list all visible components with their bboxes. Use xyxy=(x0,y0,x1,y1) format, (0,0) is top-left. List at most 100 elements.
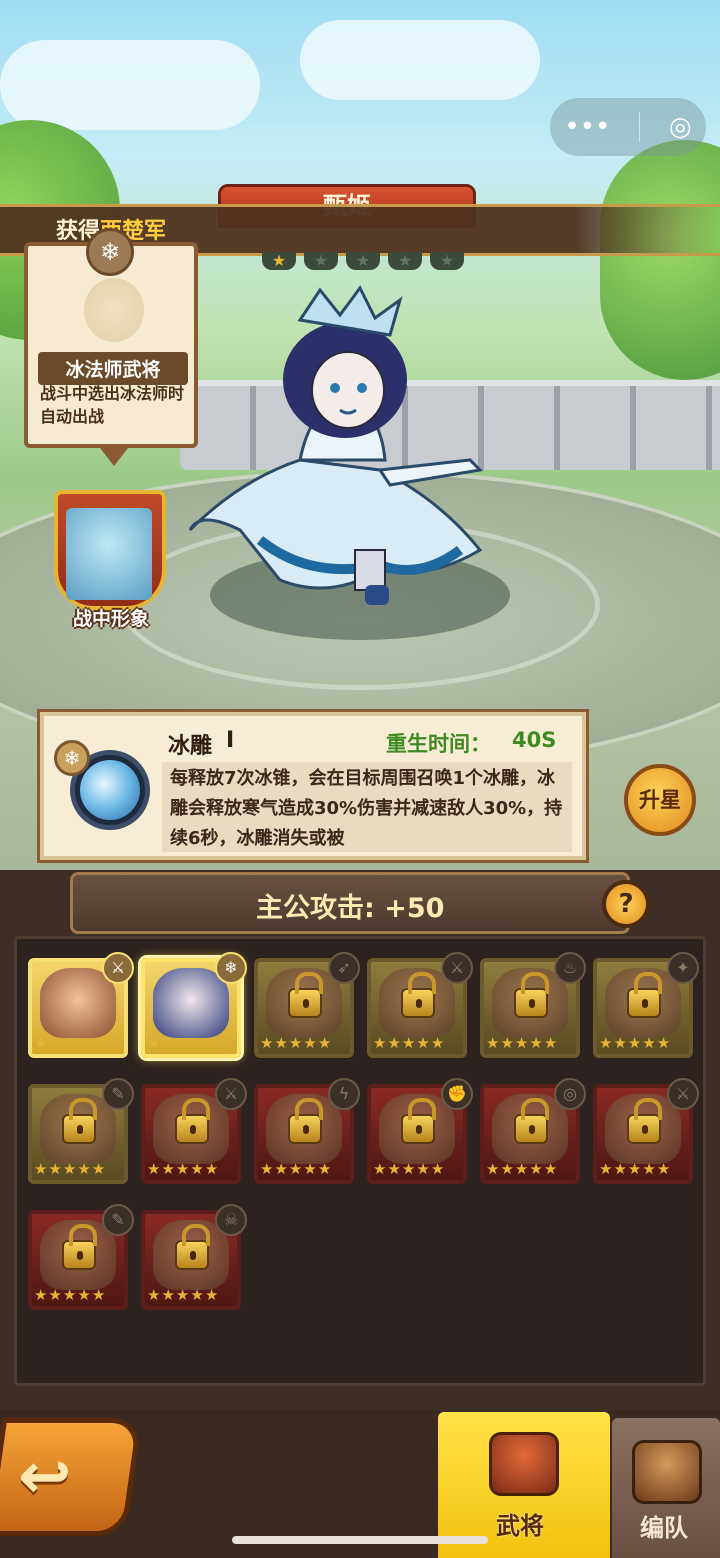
general-star-rating: ★★★★★ xyxy=(260,1034,348,1052)
star-icon: ★ xyxy=(260,1034,275,1052)
role-title: 冰法师武将 xyxy=(38,352,188,385)
class-badge-icon: ✎ xyxy=(102,1204,134,1236)
star-icon: ★ xyxy=(190,1160,205,1178)
upgrade-star-button[interactable]: 升星 xyxy=(624,764,696,836)
star-icon: ★ xyxy=(48,1286,63,1304)
general-star-rating: ★ xyxy=(147,1034,235,1052)
star-icon: ★ xyxy=(599,1160,614,1178)
tab-generals-label: 武将 xyxy=(496,1512,544,1540)
help-button[interactable]: ? xyxy=(602,880,650,928)
star-icon: ★ xyxy=(642,1034,657,1052)
star-icon: ★ xyxy=(147,1286,162,1304)
star-icon: ★ xyxy=(627,1160,643,1178)
lock-icon xyxy=(401,1098,436,1144)
class-badge-icon: ⚔ xyxy=(215,1078,247,1110)
general-slot[interactable]: ✦ ★★★★★ xyxy=(593,952,699,1058)
general-slot[interactable]: ✎ ★★★★★ xyxy=(28,1204,134,1310)
tab-formation-label: 编队 xyxy=(640,1514,688,1542)
general-slot[interactable]: ⚔ ★★★★★ xyxy=(367,952,473,1058)
star-icon: ★ xyxy=(373,1160,388,1178)
star-icon: ★ xyxy=(288,1160,304,1178)
general-slot[interactable]: ◎ ★★★★★ xyxy=(480,1078,586,1184)
star-icon: ★ xyxy=(77,1160,92,1178)
lock-icon xyxy=(288,1098,323,1144)
ice-crystal-icon xyxy=(80,760,140,820)
general-star-rating: ★★★★★ xyxy=(373,1160,461,1178)
general-slot[interactable]: ➶ ★★★★★ xyxy=(254,952,360,1058)
lord-attack-text: 主公攻击: +50 xyxy=(256,893,445,924)
miniprogram-capsule: ••• ◎ xyxy=(550,98,706,156)
star-icon: ★ xyxy=(627,1034,643,1052)
more-menu-icon[interactable]: ••• xyxy=(564,112,610,142)
star-icon: ★ xyxy=(175,1286,191,1304)
class-badge-icon: ⚔ xyxy=(441,952,473,984)
general-slot[interactable]: ❄ ★ xyxy=(141,952,247,1058)
general-slot[interactable]: ⚔ ★★★★★ xyxy=(141,1078,247,1184)
class-badge-icon: ⚔ xyxy=(667,1078,699,1110)
respawn-label: 重生时间： xyxy=(386,732,491,756)
star-icon: ★ xyxy=(401,1034,417,1052)
general-slot[interactable]: ⚔ ★★★★★ xyxy=(593,1078,699,1184)
hero-star-rating: ★ ★ ★ ★ ★ xyxy=(262,252,464,270)
star-icon: ★ xyxy=(34,1034,49,1052)
hero-star-icon: ★ xyxy=(346,252,380,270)
general-star-rating: ★★★★★ xyxy=(34,1160,122,1178)
star-icon: ★ xyxy=(613,1034,628,1052)
lock-icon xyxy=(514,972,549,1018)
skill-level: Ⅰ xyxy=(226,728,235,753)
class-badge-icon: ☠ xyxy=(215,1204,247,1236)
star-icon: ★ xyxy=(91,1286,107,1304)
lock-icon xyxy=(627,1098,662,1144)
class-badge-icon: ◎ xyxy=(554,1078,586,1110)
tree-right xyxy=(600,140,720,380)
star-icon: ★ xyxy=(543,1160,559,1178)
lock-icon xyxy=(175,1224,210,1270)
general-slot[interactable]: ☠ ★★★★★ xyxy=(141,1204,247,1310)
hero-character-illustration xyxy=(188,285,484,605)
general-slot[interactable]: ⚔ ★ xyxy=(28,952,134,1058)
skill-description[interactable]: 每释放7次冰锥，会在目标周围召唤1个冰雕，冰雕会释放寒气造成30%伤害并减速敌人… xyxy=(162,762,572,852)
class-badge-icon: ➶ xyxy=(328,952,360,984)
lock-icon xyxy=(514,1098,549,1144)
class-badge-icon: ✊ xyxy=(441,1078,473,1110)
general-portrait xyxy=(40,968,116,1038)
star-icon: ★ xyxy=(62,1160,78,1178)
general-slot[interactable]: ♨ ★★★★★ xyxy=(480,952,586,1058)
star-icon: ★ xyxy=(274,1160,289,1178)
star-icon: ★ xyxy=(303,1034,318,1052)
star-icon: ★ xyxy=(500,1034,515,1052)
lock-icon xyxy=(627,972,662,1018)
star-icon: ★ xyxy=(401,1160,417,1178)
star-icon: ★ xyxy=(34,1160,49,1178)
class-badge-icon: ♨ xyxy=(554,952,586,984)
general-star-rating: ★★★★★ xyxy=(599,1034,687,1052)
lock-icon xyxy=(62,1224,97,1270)
star-icon: ★ xyxy=(204,1286,220,1304)
snowflake-emblem-icon: ❄ xyxy=(86,228,134,276)
lock-icon xyxy=(401,972,436,1018)
star-icon: ★ xyxy=(147,1160,162,1178)
star-icon: ★ xyxy=(486,1160,501,1178)
star-icon: ★ xyxy=(274,1034,289,1052)
star-icon: ★ xyxy=(260,1160,275,1178)
close-miniprogram-icon[interactable]: ◎ xyxy=(669,112,692,142)
star-icon: ★ xyxy=(430,1160,446,1178)
star-icon: ★ xyxy=(303,1160,318,1178)
general-slot[interactable]: ✎ ★★★★★ xyxy=(28,1078,134,1184)
star-icon: ★ xyxy=(190,1286,205,1304)
star-icon: ★ xyxy=(48,1160,63,1178)
lock-icon xyxy=(288,972,323,1018)
general-star-rating: ★★★★★ xyxy=(147,1286,235,1304)
lock-icon xyxy=(175,1098,210,1144)
star-icon: ★ xyxy=(416,1034,431,1052)
star-icon: ★ xyxy=(161,1286,176,1304)
star-icon: ★ xyxy=(430,1034,446,1052)
general-star-rating: ★★★★★ xyxy=(486,1160,574,1178)
general-slot[interactable]: ✊ ★★★★★ xyxy=(367,1078,473,1184)
general-star-rating: ★★★★★ xyxy=(34,1286,122,1304)
star-icon: ★ xyxy=(613,1160,628,1178)
star-icon: ★ xyxy=(529,1160,544,1178)
general-slot[interactable]: ϟ ★★★★★ xyxy=(254,1078,360,1184)
snowflake-badge-icon: ❄ xyxy=(54,740,90,776)
class-badge-icon: ⚔ xyxy=(102,952,134,984)
